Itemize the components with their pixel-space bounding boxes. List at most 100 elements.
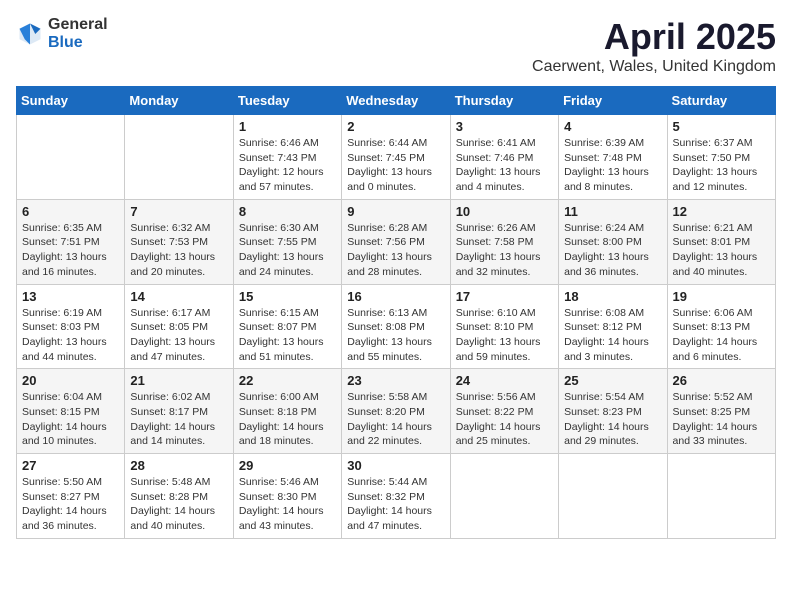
calendar-cell: 20 Sunrise: 6:04 AMSunset: 8:15 PMDayligh… [17,369,125,454]
day-info: Sunrise: 6:35 AMSunset: 7:51 PMDaylight:… [22,221,119,280]
calendar-cell: 4 Sunrise: 6:39 AMSunset: 7:48 PMDaylight… [559,115,667,200]
calendar-cell: 2Sunrise: 6:44 AMSunset: 7:45 PMDaylight… [342,115,450,200]
calendar-cell: 7Sunrise: 6:32 AMSunset: 7:53 PMDaylight… [125,199,233,284]
calendar-cell: 30 Sunrise: 5:44 AMSunset: 8:32 PMDayligh… [342,454,450,539]
calendar-cell [17,115,125,200]
day-number: 23 [347,373,444,388]
calendar-cell: 28 Sunrise: 5:48 AMSunset: 8:28 PMDayligh… [125,454,233,539]
logo-blue: Blue [48,34,108,52]
day-info: Sunrise: 5:56 AMSunset: 8:22 PMDaylight:… [456,390,553,449]
calendar-week-row: 6 Sunrise: 6:35 AMSunset: 7:51 PMDaylight… [17,199,776,284]
calendar-cell: 25 Sunrise: 5:54 AMSunset: 8:23 PMDayligh… [559,369,667,454]
day-number: 21 [130,373,227,388]
day-info: Sunrise: 6:19 AMSunset: 8:03 PMDaylight:… [22,306,119,365]
calendar-cell: 22 Sunrise: 6:00 AMSunset: 8:18 PMDayligh… [233,369,341,454]
logo-general: General [48,16,108,34]
day-info: Sunrise: 6:30 AMSunset: 7:55 PMDaylight:… [239,221,336,280]
day-number: 26 [673,373,770,388]
day-info: Sunrise: 6:41 AMSunset: 7:46 PMDaylight:… [456,136,553,195]
day-number: 24 [456,373,553,388]
day-info: Sunrise: 6:28 AMSunset: 7:56 PMDaylight:… [347,221,444,280]
day-number: 3 [456,119,553,134]
calendar-cell: 5Sunrise: 6:37 AMSunset: 7:50 PMDaylight… [667,115,775,200]
day-info: Sunrise: 6:44 AMSunset: 7:45 PMDaylight:… [347,136,444,195]
location-title: Caerwent, Wales, United Kingdom [532,58,776,76]
calendar-week-row: 13 Sunrise: 6:19 AMSunset: 8:03 PMDayligh… [17,284,776,369]
day-number: 8 [239,204,336,219]
day-info: Sunrise: 6:17 AMSunset: 8:05 PMDaylight:… [130,306,227,365]
day-number: 17 [456,289,553,304]
calendar-cell: 6 Sunrise: 6:35 AMSunset: 7:51 PMDaylight… [17,199,125,284]
day-number: 6 [22,204,119,219]
day-info: Sunrise: 5:52 AMSunset: 8:25 PMDaylight:… [673,390,770,449]
day-number: 20 [22,373,119,388]
logo-text: General Blue [48,16,108,51]
day-number: 12 [673,204,770,219]
day-number: 30 [347,458,444,473]
day-info: Sunrise: 5:46 AMSunset: 8:30 PMDaylight:… [239,475,336,534]
day-info: Sunrise: 6:10 AMSunset: 8:10 PMDaylight:… [456,306,553,365]
day-number: 1 [239,119,336,134]
calendar-cell: 8 Sunrise: 6:30 AMSunset: 7:55 PMDaylight… [233,199,341,284]
day-number: 27 [22,458,119,473]
day-number: 14 [130,289,227,304]
day-number: 28 [130,458,227,473]
day-number: 19 [673,289,770,304]
day-number: 11 [564,204,661,219]
day-info: Sunrise: 6:00 AMSunset: 8:18 PMDaylight:… [239,390,336,449]
calendar-cell: 15Sunrise: 6:15 AMSunset: 8:07 PMDayligh… [233,284,341,369]
day-info: Sunrise: 5:54 AMSunset: 8:23 PMDaylight:… [564,390,661,449]
day-info: Sunrise: 6:39 AMSunset: 7:48 PMDaylight:… [564,136,661,195]
calendar-cell: 18Sunrise: 6:08 AMSunset: 8:12 PMDayligh… [559,284,667,369]
calendar-week-row: 20 Sunrise: 6:04 AMSunset: 8:15 PMDayligh… [17,369,776,454]
day-number: 10 [456,204,553,219]
day-number: 16 [347,289,444,304]
title-area: April 2025 Caerwent, Wales, United Kingd… [532,16,776,76]
calendar-cell: 13 Sunrise: 6:19 AMSunset: 8:03 PMDayligh… [17,284,125,369]
calendar-cell: 9 Sunrise: 6:28 AMSunset: 7:56 PMDaylight… [342,199,450,284]
calendar-cell: 14 Sunrise: 6:17 AMSunset: 8:05 PMDayligh… [125,284,233,369]
calendar-cell: 23Sunrise: 5:58 AMSunset: 8:20 PMDayligh… [342,369,450,454]
day-number: 22 [239,373,336,388]
day-info: Sunrise: 6:04 AMSunset: 8:15 PMDaylight:… [22,390,119,449]
calendar-cell: 17 Sunrise: 6:10 AMSunset: 8:10 PMDayligh… [450,284,558,369]
calendar-week-row: 1 Sunrise: 6:46 AMSunset: 7:43 PMDaylight… [17,115,776,200]
calendar-cell: 10 Sunrise: 6:26 AMSunset: 7:58 PMDayligh… [450,199,558,284]
day-number: 25 [564,373,661,388]
day-info: Sunrise: 6:37 AMSunset: 7:50 PMDaylight:… [673,136,770,195]
day-info: Sunrise: 6:46 AMSunset: 7:43 PMDaylight:… [239,136,336,195]
calendar-cell: 27 Sunrise: 5:50 AMSunset: 8:27 PMDayligh… [17,454,125,539]
calendar-cell [559,454,667,539]
day-number: 9 [347,204,444,219]
day-number: 13 [22,289,119,304]
calendar-week-row: 27 Sunrise: 5:50 AMSunset: 8:27 PMDayligh… [17,454,776,539]
day-info: Sunrise: 6:02 AMSunset: 8:17 PMDaylight:… [130,390,227,449]
calendar-cell [667,454,775,539]
calendar-cell: 29 Sunrise: 5:46 AMSunset: 8:30 PMDayligh… [233,454,341,539]
day-info: Sunrise: 6:06 AMSunset: 8:13 PMDaylight:… [673,306,770,365]
logo-icon [16,20,44,48]
calendar-cell [125,115,233,200]
calendar-cell: 19 Sunrise: 6:06 AMSunset: 8:13 PMDayligh… [667,284,775,369]
weekday-header: Monday [125,87,233,115]
weekday-header: Tuesday [233,87,341,115]
day-number: 15 [239,289,336,304]
weekday-header: Sunday [17,87,125,115]
calendar-cell: 11 Sunrise: 6:24 AMSunset: 8:00 PMDayligh… [559,199,667,284]
weekday-header: Wednesday [342,87,450,115]
calendar-cell: 3 Sunrise: 6:41 AMSunset: 7:46 PMDaylight… [450,115,558,200]
logo: General Blue [16,16,108,51]
weekday-header: Saturday [667,87,775,115]
day-info: Sunrise: 5:48 AMSunset: 8:28 PMDaylight:… [130,475,227,534]
weekday-header-row: SundayMondayTuesdayWednesdayThursdayFrid… [17,87,776,115]
day-number: 29 [239,458,336,473]
day-info: Sunrise: 6:08 AMSunset: 8:12 PMDaylight:… [564,306,661,365]
day-info: Sunrise: 6:26 AMSunset: 7:58 PMDaylight:… [456,221,553,280]
weekday-header: Thursday [450,87,558,115]
day-info: Sunrise: 5:50 AMSunset: 8:27 PMDaylight:… [22,475,119,534]
day-info: Sunrise: 6:24 AMSunset: 8:00 PMDaylight:… [564,221,661,280]
calendar-cell: 21 Sunrise: 6:02 AMSunset: 8:17 PMDayligh… [125,369,233,454]
day-number: 4 [564,119,661,134]
day-info: Sunrise: 5:44 AMSunset: 8:32 PMDaylight:… [347,475,444,534]
month-title: April 2025 [532,16,776,58]
